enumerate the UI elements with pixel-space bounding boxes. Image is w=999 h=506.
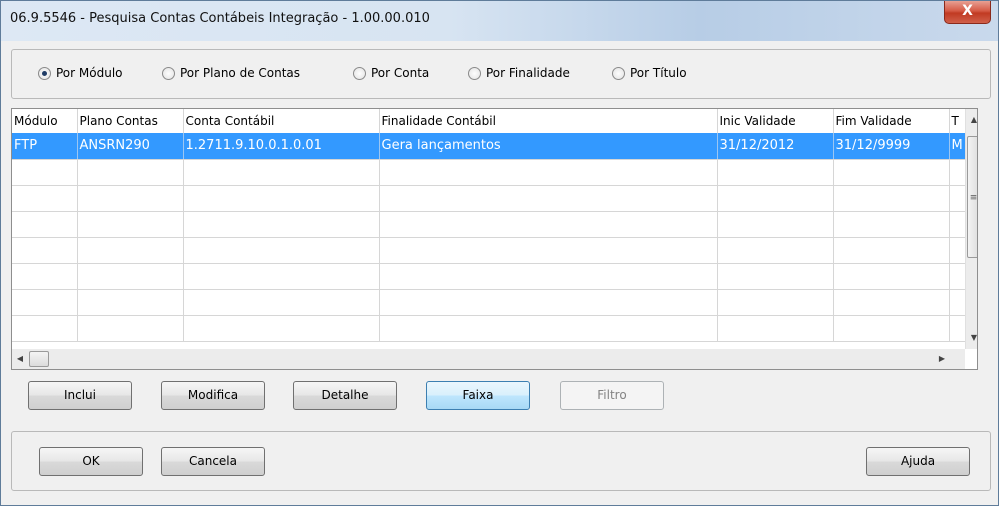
horizontal-scroll-thumb[interactable] xyxy=(29,351,49,367)
filtro-button: Filtro xyxy=(560,381,664,410)
radio-label: Por Plano de Contas xyxy=(180,66,301,80)
column-header-plano-contas[interactable]: Plano Contas xyxy=(77,109,184,133)
table-row-empty[interactable] xyxy=(12,185,966,212)
detalhe-button[interactable]: Detalhe xyxy=(293,381,397,410)
radio-button-icon[interactable] xyxy=(162,66,175,80)
radio-button-icon[interactable] xyxy=(468,66,481,80)
close-button[interactable]: X xyxy=(944,1,991,24)
table-row-empty[interactable] xyxy=(12,237,966,264)
horizontal-scrollbar[interactable]: ◀ ▶ xyxy=(12,349,965,369)
header-row: Módulo Plano Contas Conta Contábil Final… xyxy=(12,109,966,133)
results-table: Módulo Plano Contas Conta Contábil Final… xyxy=(12,109,966,342)
radio-label: Por Módulo xyxy=(56,66,123,80)
modifica-button[interactable]: Modifica xyxy=(161,381,265,410)
column-header-modulo[interactable]: Módulo xyxy=(12,109,78,133)
scroll-left-arrow-icon[interactable]: ◀ xyxy=(12,349,28,369)
table-row[interactable]: FTP ANSRN290 1.2711.9.10.0.1.0.01 Gera l… xyxy=(12,133,966,160)
cancela-button[interactable]: Cancela xyxy=(161,447,265,476)
column-header-inic-validade[interactable]: Inic Validade xyxy=(717,109,834,133)
scroll-up-arrow-icon[interactable]: ▲ xyxy=(966,111,977,128)
radio-label: Por Finalidade xyxy=(486,66,570,80)
cell-t[interactable]: M xyxy=(949,133,966,160)
search-mode-group: Por Módulo Por Plano de Contas Por Conta… xyxy=(11,49,991,99)
radio-por-conta[interactable]: Por Conta xyxy=(353,66,429,80)
window-title: 06.9.5546 - Pesquisa Contas Contábeis In… xyxy=(10,11,430,26)
radio-label: Por Conta xyxy=(371,66,430,80)
radio-button-icon[interactable] xyxy=(38,66,51,80)
inclui-button[interactable]: Inclui xyxy=(28,381,132,410)
cell-finalidade-contabil[interactable]: Gera lançamentos xyxy=(379,133,718,160)
footer-group: OK Cancela Ajuda xyxy=(11,431,991,491)
vertical-scrollbar[interactable]: ▲ ≡ ▼ xyxy=(965,109,977,349)
radio-button-icon[interactable] xyxy=(353,66,366,80)
column-header-fim-validade[interactable]: Fim Validade xyxy=(833,109,950,133)
title-bar[interactable]: 06.9.5546 - Pesquisa Contas Contábeis In… xyxy=(1,1,998,41)
scroll-right-arrow-icon[interactable]: ▶ xyxy=(934,349,950,369)
table-row-empty[interactable] xyxy=(12,315,966,342)
dialog-window: 06.9.5546 - Pesquisa Contas Contábeis In… xyxy=(0,0,999,506)
results-grid[interactable]: Módulo Plano Contas Conta Contábil Final… xyxy=(11,108,978,370)
table-row-empty[interactable] xyxy=(12,211,966,238)
cell-inic-validade[interactable]: 31/12/2012 xyxy=(717,133,834,160)
table-row-empty[interactable] xyxy=(12,263,966,290)
scroll-down-arrow-icon[interactable]: ▼ xyxy=(966,329,977,346)
column-header-t[interactable]: T xyxy=(949,109,966,133)
column-header-finalidade-contabil[interactable]: Finalidade Contábil xyxy=(379,109,718,133)
vertical-scroll-thumb[interactable]: ≡ xyxy=(967,136,977,258)
cell-plano-contas[interactable]: ANSRN290 xyxy=(77,133,184,160)
radio-por-titulo[interactable]: Por Título xyxy=(612,66,687,80)
table-row-empty[interactable] xyxy=(12,159,966,186)
cell-fim-validade[interactable]: 31/12/9999 xyxy=(833,133,950,160)
faixa-button[interactable]: Faixa xyxy=(426,381,530,410)
ok-button[interactable]: OK xyxy=(39,447,143,476)
radio-por-finalidade[interactable]: Por Finalidade xyxy=(468,66,570,80)
cell-modulo[interactable]: FTP xyxy=(12,133,78,160)
cell-conta-contabil[interactable]: 1.2711.9.10.0.1.0.01 xyxy=(183,133,380,160)
radio-label: Por Título xyxy=(630,66,687,80)
radio-por-plano-de-contas[interactable]: Por Plano de Contas xyxy=(162,66,300,80)
radio-button-icon[interactable] xyxy=(612,66,625,80)
table-row-empty[interactable] xyxy=(12,289,966,316)
column-header-conta-contabil[interactable]: Conta Contábil xyxy=(183,109,380,133)
radio-por-modulo[interactable]: Por Módulo xyxy=(38,66,123,80)
ajuda-button[interactable]: Ajuda xyxy=(866,447,970,476)
